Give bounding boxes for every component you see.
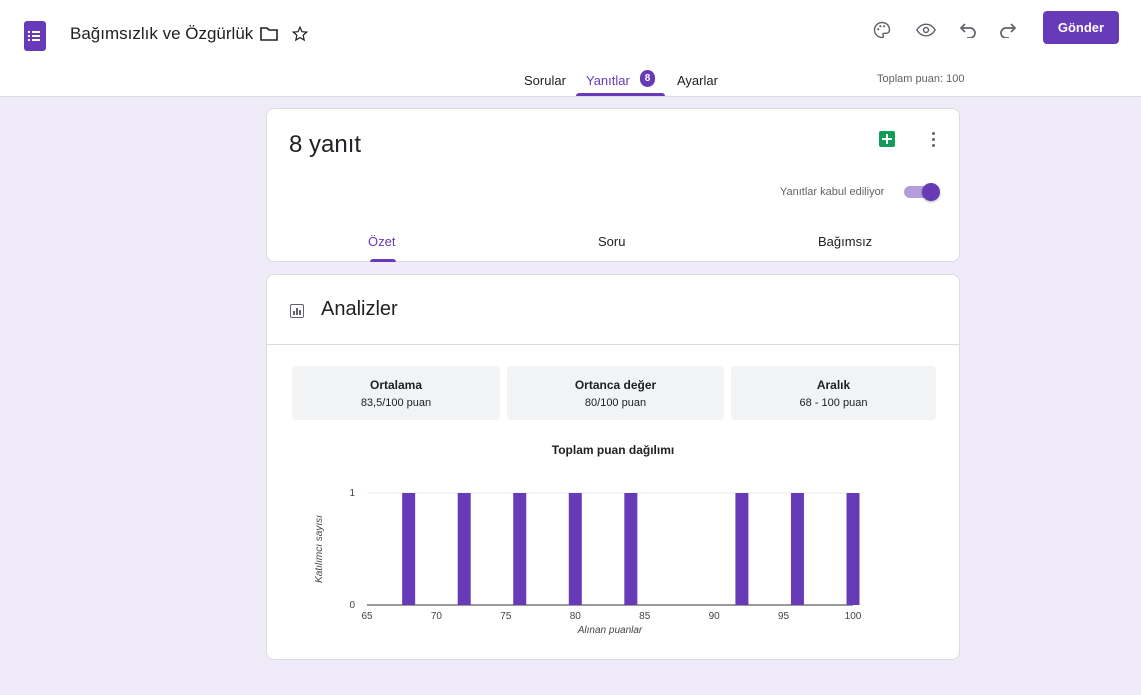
undo-icon[interactable]: [956, 18, 980, 42]
subtab-question[interactable]: Soru: [598, 234, 625, 249]
subtab-summary[interactable]: Özet: [368, 234, 395, 249]
bar: [457, 493, 471, 605]
score-distribution-chart: 65 70 75 80 85 90 95 100 0 1 Alınan puanlar Katılım…: [314, 488, 862, 636]
x-tick-label: 100: [845, 611, 862, 622]
y-tick-label: 0: [349, 600, 355, 611]
preview-eye-icon[interactable]: [914, 18, 938, 42]
send-button[interactable]: Gönder: [1043, 11, 1119, 44]
y-axis-label: Katılımcı sayısı: [314, 515, 325, 583]
bar: [568, 493, 582, 605]
x-tick-label: 90: [709, 611, 721, 622]
top-header: Bağımsızlık ve Özgürlük Gönder Sorular Y…: [0, 0, 1141, 97]
folder-icon[interactable]: [258, 23, 280, 45]
x-tick-label: 65: [361, 611, 373, 622]
total-points: Toplam puan: 100: [877, 73, 965, 85]
subtab-indicator: [370, 259, 396, 262]
active-tab-indicator: [576, 93, 665, 96]
bar: [624, 493, 638, 605]
bar: [402, 493, 416, 605]
sheets-icon[interactable]: [879, 131, 895, 147]
subtab-individual[interactable]: Bağımsız: [818, 234, 872, 249]
bar: [735, 493, 749, 605]
responses-count-badge: 8: [640, 70, 655, 87]
responses-card: 8 yanıt Yanıtlar kabul ediliyor Özet Sor…: [266, 108, 960, 262]
bar: [846, 493, 860, 605]
accepting-responses-toggle[interactable]: [904, 183, 940, 201]
x-axis-label: Alınan puanlar: [577, 625, 643, 636]
tab-responses[interactable]: Yanıtlar: [586, 73, 630, 88]
analytics-card: Analizler Ortalama 83,5/100 puan Ortanca…: [266, 274, 960, 660]
response-count: 8 yanıt: [289, 131, 362, 158]
x-tick-label: 80: [570, 611, 582, 622]
star-icon[interactable]: [289, 23, 311, 45]
bar: [513, 493, 527, 605]
x-tick-label: 85: [639, 611, 651, 622]
form-title[interactable]: Bağımsızlık ve Özgürlük: [70, 24, 253, 44]
x-tick-label: 70: [431, 611, 443, 622]
tab-questions[interactable]: Sorular: [524, 73, 566, 88]
tab-settings[interactable]: Ayarlar: [677, 73, 718, 88]
more-vert-icon[interactable]: [923, 129, 943, 149]
y-tick-label: 1: [349, 488, 355, 499]
x-tick-label: 95: [778, 611, 790, 622]
accepting-responses-label: Yanıtlar kabul ediliyor: [780, 186, 885, 198]
forms-app-icon[interactable]: [24, 21, 46, 51]
redo-icon[interactable]: [996, 18, 1020, 42]
x-tick-label: 75: [500, 611, 512, 622]
palette-icon[interactable]: [870, 18, 894, 42]
bar: [790, 493, 804, 605]
